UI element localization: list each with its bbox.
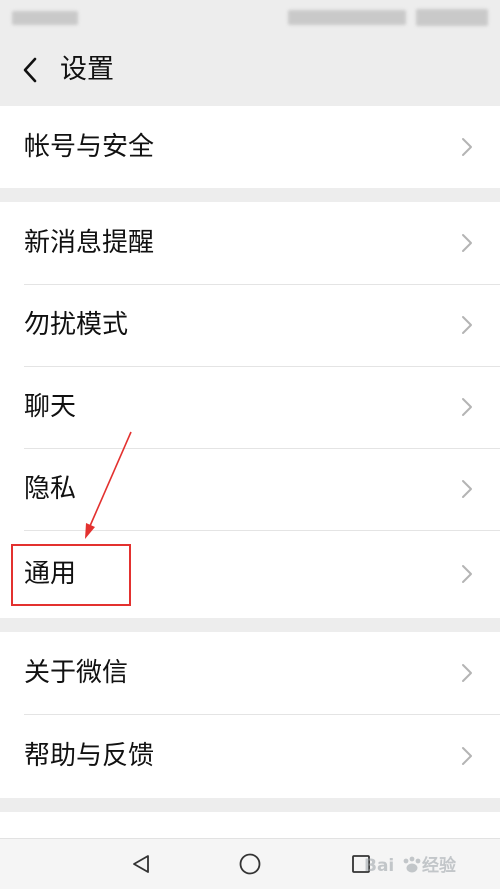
settings-item-label: 通用 [24,559,77,589]
settings-item-label: 帐号与安全 [24,132,155,162]
settings-group-account: 帐号与安全 [0,106,500,188]
settings-item-about-wechat[interactable]: 关于微信 [0,632,500,714]
settings-group-partial [0,812,500,838]
chevron-right-icon [460,745,474,767]
settings-item-do-not-disturb[interactable]: 勿扰模式 [0,284,500,366]
settings-item-label: 聊天 [24,392,77,422]
settings-item-help-feedback[interactable]: 帮助与反馈 [0,714,500,798]
chevron-right-icon [460,662,474,684]
app-header: 设置 [0,36,500,104]
chevron-right-icon [460,563,474,585]
status-time-blur [12,11,78,25]
settings-item-label: 关于微信 [24,658,129,688]
settings-item-label: 隐私 [24,474,77,504]
chevron-right-icon [460,396,474,418]
settings-item-general[interactable]: 通用 [0,530,500,618]
svg-text:经验: 经验 [422,855,457,876]
settings-item-notifications[interactable]: 新消息提醒 [0,202,500,284]
back-button[interactable] [10,50,50,90]
settings-item-privacy[interactable]: 隐私 [0,448,500,530]
chevron-right-icon [460,136,474,158]
settings-item-chat[interactable]: 聊天 [0,366,500,448]
square-recent-icon [352,855,370,873]
status-battery-blur [416,9,488,26]
nav-recent-button[interactable] [348,851,374,877]
triangle-back-icon [133,855,149,873]
settings-item-label: 帮助与反馈 [24,741,155,771]
circle-home-icon [239,853,261,875]
chevron-left-icon [23,57,37,83]
status-icons-blur [288,10,406,25]
settings-item-label: 新消息提醒 [24,228,155,258]
system-nav-bar: Bai 经验 [0,838,500,889]
settings-group-about: 关于微信 帮助与反馈 [0,632,500,798]
settings-group-general: 新消息提醒 勿扰模式 聊天 隐私 通用 [0,202,500,618]
settings-item-label: 勿扰模式 [24,310,129,340]
status-bar [0,0,500,36]
chevron-right-icon [460,314,474,336]
nav-back-button[interactable] [128,851,154,877]
page-title: 设置 [60,54,114,85]
chevron-right-icon [460,478,474,500]
nav-home-button[interactable] [237,851,263,877]
baidu-watermark-logo: Bai 经验 [364,855,457,876]
chevron-right-icon [460,232,474,254]
settings-item-account-security[interactable]: 帐号与安全 [0,106,500,188]
